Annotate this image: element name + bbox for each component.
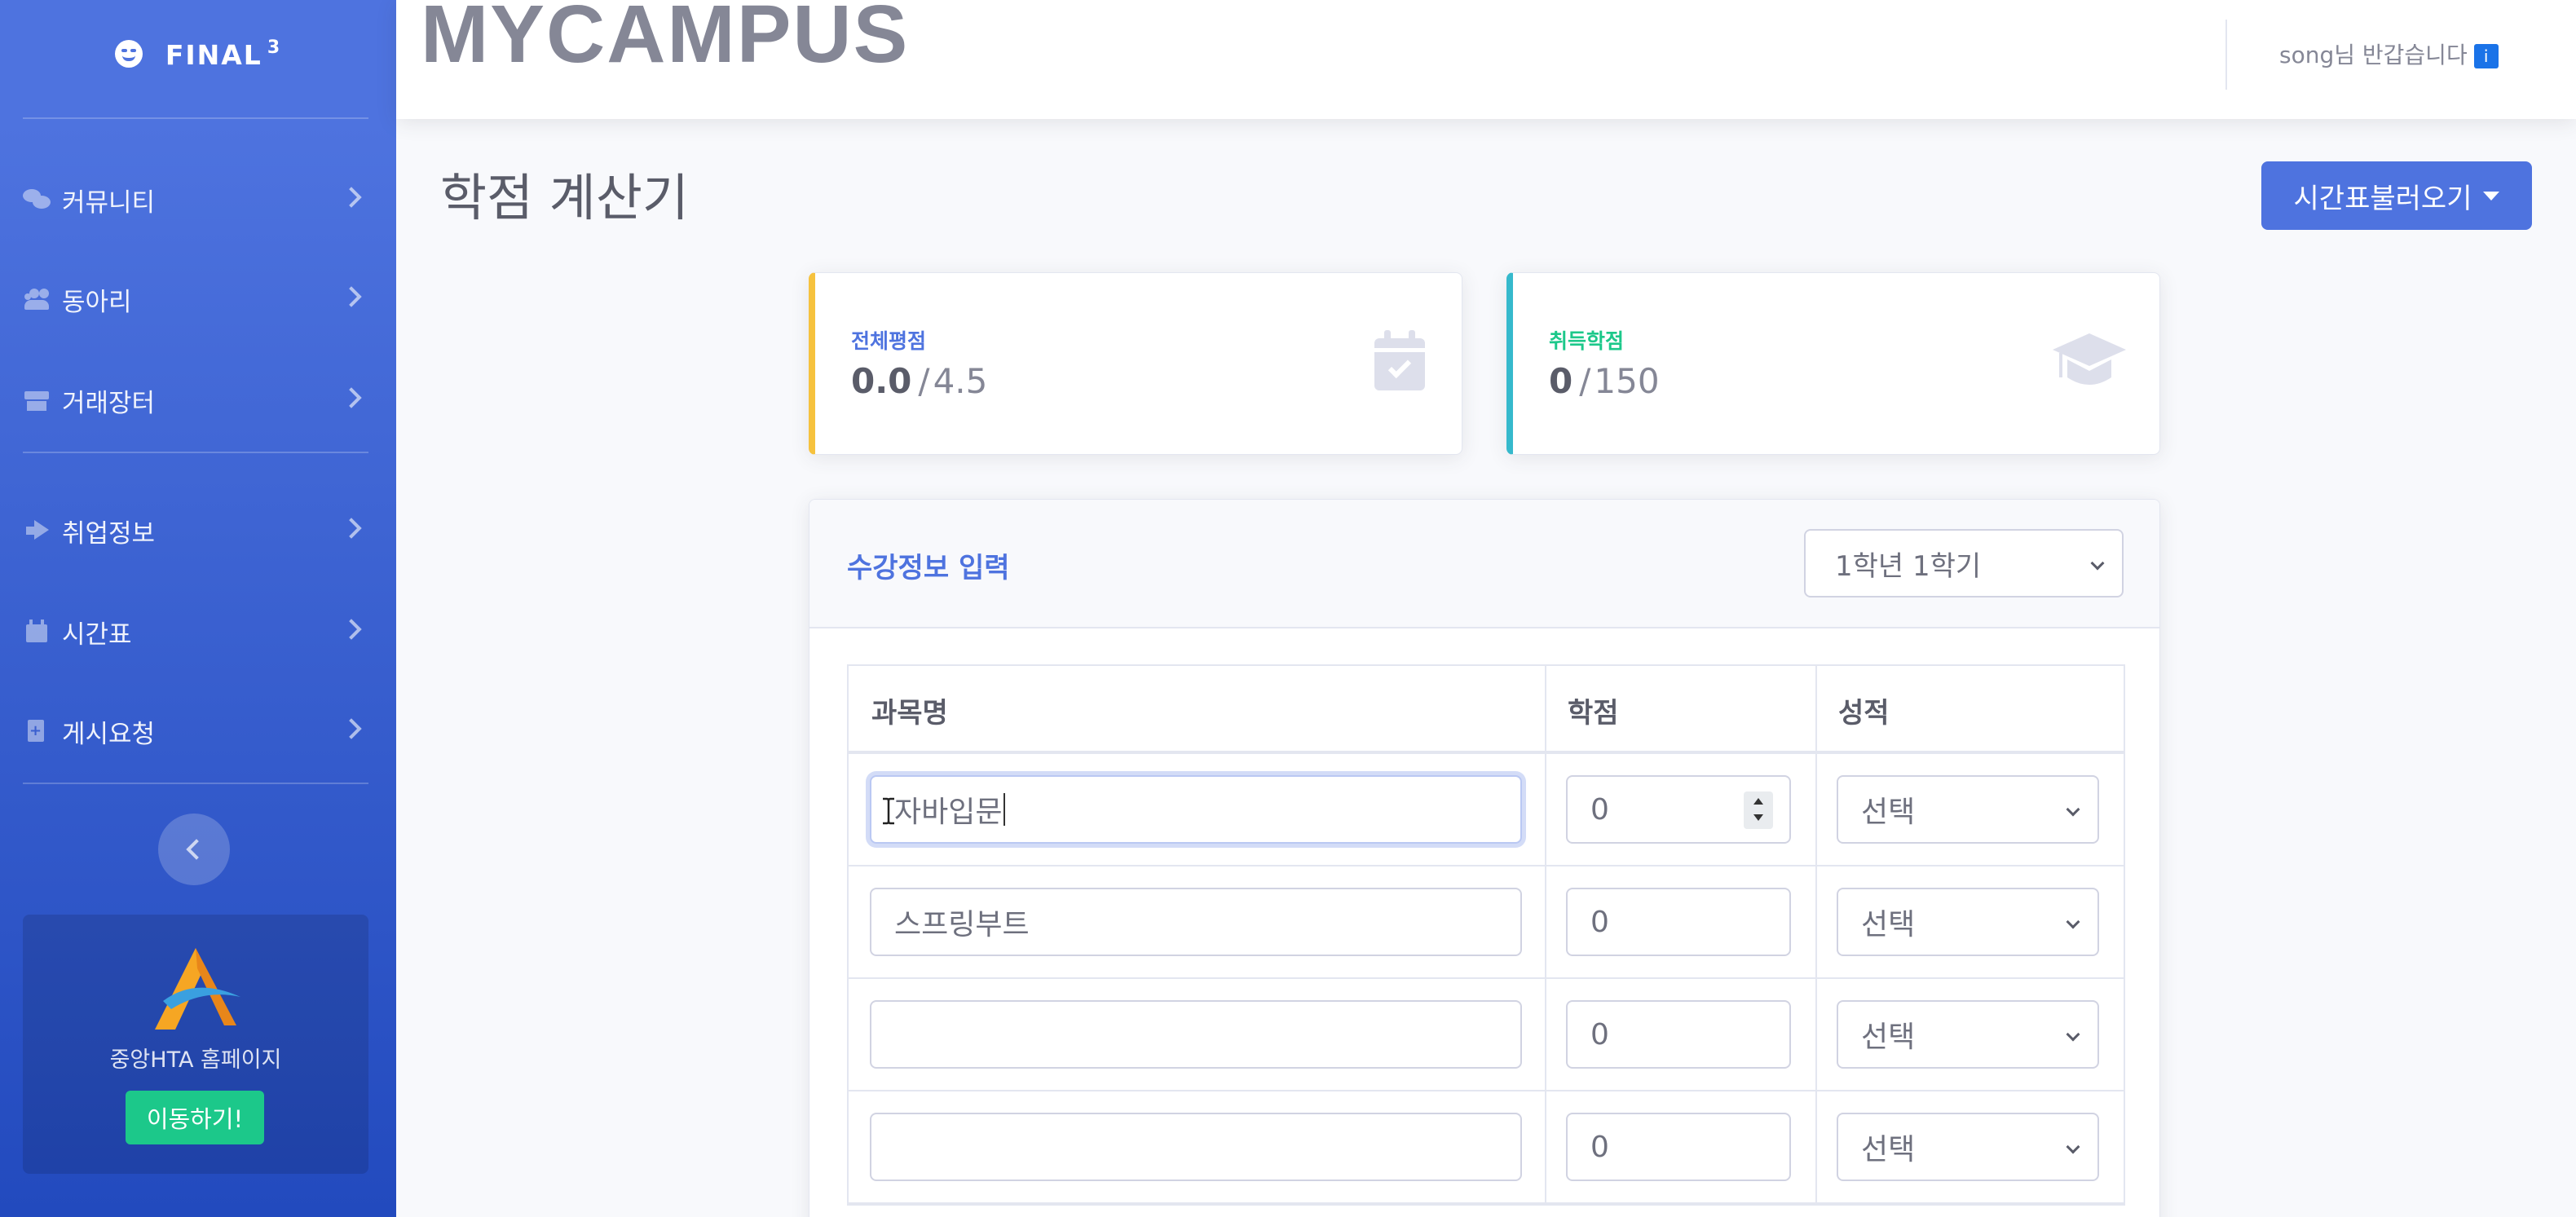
subject-input[interactable] xyxy=(870,1000,1522,1069)
gpa-card: 전체평점 0.0/4.5 xyxy=(809,272,1462,455)
calendar-check-icon xyxy=(1374,330,1425,390)
load-timetable-button[interactable]: 시간표불러오기 xyxy=(2261,161,2532,230)
sidebar-item-jobs[interactable]: 취업정보 xyxy=(0,494,396,567)
sidebar-item-label: 동아리 xyxy=(62,287,132,317)
chevron-down-icon xyxy=(2066,915,2080,929)
sidebar-item-label: 시간표 xyxy=(62,620,132,650)
chevron-right-icon xyxy=(341,619,362,640)
grade-select[interactable]: 선택 xyxy=(1837,888,2099,956)
table-header-row: 과목명 학점 성적 xyxy=(849,666,2124,754)
grade-select[interactable]: 선택 xyxy=(1837,1113,2099,1181)
promo-card: 중앙HTA 홈페이지 이동하기! xyxy=(23,915,368,1174)
table-row: 0 선택 xyxy=(849,979,2124,1091)
sidebar-item-request[interactable]: 게시요청 xyxy=(0,694,396,768)
gpa-number: 0.0 xyxy=(851,361,912,401)
column-header-credit: 학점 xyxy=(1568,697,1619,730)
chevron-right-icon xyxy=(341,718,362,739)
info-icon: i xyxy=(2473,44,2499,68)
credits-label: 취득학점 xyxy=(1549,329,1625,353)
sidebar-item-label: 거래장터 xyxy=(62,388,156,418)
hta-logo xyxy=(155,948,240,1030)
caret-down-icon xyxy=(2483,191,2500,201)
text-cursor-icon xyxy=(883,797,894,825)
course-input-card: 수강정보 입력 1학년 1학기 과목명 학점 성적 자바입문 0 선택 스프링부… xyxy=(809,499,2160,1217)
bullhorn-icon xyxy=(23,518,51,543)
sidebar-item-community[interactable]: 커뮤니티 xyxy=(0,163,396,236)
semester-value: 1학년 1학기 xyxy=(1835,549,1982,583)
chevron-right-icon xyxy=(341,286,362,307)
semester-select[interactable]: 1학년 1학기 xyxy=(1804,529,2124,597)
chevron-down-icon xyxy=(2090,556,2105,571)
brand-link[interactable]: FINAL 3 xyxy=(0,29,396,78)
chevron-right-icon xyxy=(341,387,362,408)
user-menu[interactable]: song님 반갑습니다 i xyxy=(2279,37,2499,70)
promo-go-button[interactable]: 이동하기! xyxy=(126,1091,264,1144)
promo-text: 중앙HTA 홈페이지 xyxy=(109,1047,282,1073)
sidebar-divider xyxy=(23,783,368,784)
sidebar-divider xyxy=(23,452,368,453)
column-header-grade: 성적 xyxy=(1838,697,1890,730)
sidebar-item-market[interactable]: 거래장터 xyxy=(0,364,396,437)
chevron-right-icon xyxy=(341,187,362,208)
sidebar: FINAL3 커뮤니티 동아리 거래장터 취업정보 시간표 게시요청 xyxy=(0,0,396,1217)
credit-input[interactable]: 0 xyxy=(1566,888,1791,956)
sidebar-item-label: 커뮤니티 xyxy=(62,187,156,218)
grade-table: 과목명 학점 성적 자바입문 0 선택 스프링부트 0 선택 0 선택 0 선택 xyxy=(847,664,2125,1206)
comments-icon xyxy=(23,187,51,212)
table-row: 자바입문 0 선택 xyxy=(849,754,2124,866)
users-icon xyxy=(23,287,51,311)
credit-input[interactable]: 0 xyxy=(1566,775,1791,844)
credits-number: 0 xyxy=(1549,361,1573,401)
store-icon xyxy=(23,388,51,412)
credits-max: 150 xyxy=(1594,361,1660,401)
site-logo[interactable]: MYCAMPUS xyxy=(421,0,909,75)
credits-value: 0/150 xyxy=(1549,361,1660,401)
course-card-title: 수강정보 입력 xyxy=(847,552,1010,584)
sidebar-item-club[interactable]: 동아리 xyxy=(0,262,396,336)
table-row: 스프링부트 0 선택 xyxy=(849,866,2124,979)
brand-name: FINAL 3 xyxy=(165,37,282,71)
number-spinner[interactable] xyxy=(1744,791,1773,829)
topbar-divider xyxy=(2225,20,2227,90)
page-title: 학점 계산기 xyxy=(440,168,689,227)
gpa-value: 0.0/4.5 xyxy=(851,361,988,401)
sidebar-item-label: 게시요청 xyxy=(62,719,156,749)
sidebar-toggle-button[interactable] xyxy=(158,814,230,885)
topbar: MYCAMPUS song님 반갑습니다 i xyxy=(396,0,2576,119)
grade-select[interactable]: 선택 xyxy=(1837,775,2099,844)
user-greeting: song님 반갑습니다 xyxy=(2279,42,2468,68)
calendar-icon xyxy=(23,620,51,644)
graduation-cap-icon xyxy=(2053,333,2126,385)
chevron-down-icon xyxy=(2066,1027,2080,1042)
sidebar-item-timetable[interactable]: 시간표 xyxy=(0,595,396,668)
chevron-down-icon xyxy=(2066,802,2080,817)
credits-card: 취득학점 0/150 xyxy=(1506,272,2160,455)
file-plus-icon xyxy=(23,719,51,743)
column-header-subject: 과목명 xyxy=(871,697,948,730)
course-card-header: 수강정보 입력 1학년 1학기 xyxy=(809,500,2159,628)
load-timetable-label: 시간표불러오기 xyxy=(2293,182,2472,215)
chevron-down-icon xyxy=(2066,1140,2080,1154)
chevron-right-icon xyxy=(341,518,362,539)
subject-input[interactable]: 스프링부트 xyxy=(870,888,1522,956)
gpa-max: 4.5 xyxy=(933,361,988,401)
subject-input[interactable] xyxy=(870,1113,1522,1181)
gpa-label: 전체평점 xyxy=(851,329,927,353)
sidebar-divider xyxy=(23,117,368,119)
laugh-wink-icon xyxy=(114,40,143,68)
subject-input[interactable]: 자바입문 xyxy=(870,775,1522,844)
grade-select[interactable]: 선택 xyxy=(1837,1000,2099,1069)
credit-input[interactable]: 0 xyxy=(1566,1113,1791,1181)
credit-input[interactable]: 0 xyxy=(1566,1000,1791,1069)
table-row: 0 선택 xyxy=(849,1091,2124,1204)
sidebar-item-label: 취업정보 xyxy=(62,518,156,549)
